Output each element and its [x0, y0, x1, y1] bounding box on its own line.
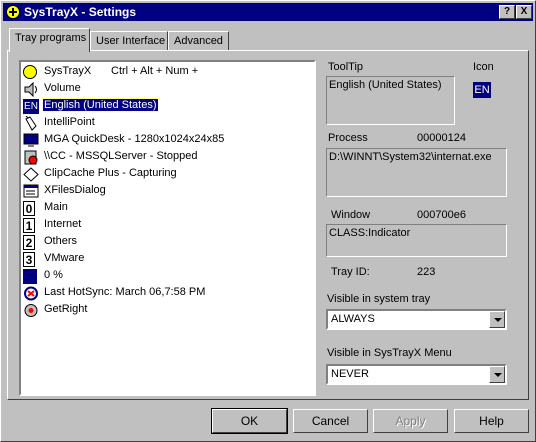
window-id: 000700e6	[417, 209, 466, 221]
desktop-1-icon: 1	[23, 218, 35, 233]
chevron-down-icon[interactable]	[489, 311, 505, 328]
en-language-icon: EN	[23, 99, 39, 114]
tab-advanced[interactable]: Advanced	[168, 31, 229, 51]
cpu-meter-icon	[23, 269, 37, 284]
tooltip-label: ToolTip	[328, 61, 364, 73]
monitor-icon	[23, 133, 39, 147]
tab-tray-programs[interactable]: Tray programs	[9, 28, 90, 52]
desktop-2-icon: 2	[23, 235, 35, 250]
clipcache-icon	[23, 167, 39, 182]
tray-id-label: Tray ID:	[331, 266, 370, 278]
window-label: Window	[331, 209, 371, 221]
tooltip-field: English (United States)	[326, 76, 455, 125]
speaker-icon	[24, 82, 37, 97]
help-button[interactable]: Help	[454, 409, 529, 433]
tray-programs-list[interactable]: SysTrayX Ctrl + Alt + Num + Volume EN En…	[19, 60, 316, 396]
icon-label: Icon	[473, 61, 494, 73]
window-title: SysTrayX - Settings	[24, 5, 137, 19]
visible-tray-label: Visible in system tray	[327, 293, 431, 305]
tab-user-interface[interactable]: User Interface	[90, 31, 168, 51]
hotkey-label: Ctrl + Alt + Num +	[111, 65, 199, 77]
systrayx-icon	[23, 65, 37, 79]
visible-tray-select[interactable]: ALWAYS	[326, 309, 507, 330]
systrayx-app-icon	[6, 5, 20, 19]
visible-menu-select[interactable]: NEVER	[326, 364, 507, 385]
window-class-field: CLASS:Indicator	[326, 224, 507, 257]
desktop-3-icon: 3	[23, 252, 35, 267]
desktop-0-icon: 0	[23, 201, 35, 216]
process-path-field: D:\WINNT\System32\internat.exe	[326, 148, 507, 197]
en-icon: EN	[473, 82, 491, 98]
settings-window: SysTrayX - Settings ? X Tray programs Us…	[0, 0, 536, 442]
ok-button[interactable]: OK	[211, 408, 288, 434]
tray-id-value: 223	[417, 266, 436, 278]
process-label: Process	[328, 132, 368, 144]
process-id: 00000124	[417, 132, 466, 144]
title-bar[interactable]: SysTrayX - Settings ? X	[3, 3, 533, 21]
dialog-icon	[23, 184, 39, 198]
visible-menu-label: Visible in SysTrayX Menu	[327, 347, 452, 359]
help-title-button[interactable]: ?	[499, 5, 515, 19]
chevron-down-icon[interactable]	[489, 366, 505, 383]
mouse-icon	[25, 116, 37, 131]
sql-server-icon	[24, 150, 38, 165]
cancel-button[interactable]: Cancel	[293, 409, 368, 433]
apply-button[interactable]: Apply	[373, 409, 448, 433]
hotsync-icon	[24, 286, 38, 301]
getright-icon	[24, 304, 38, 317]
close-button[interactable]: X	[516, 5, 532, 19]
